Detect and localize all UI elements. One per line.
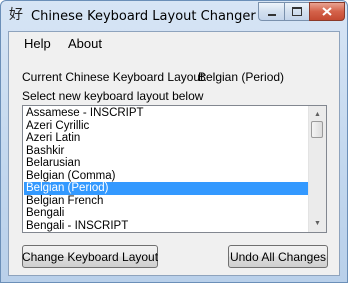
list-item[interactable]: Bengali	[24, 207, 312, 220]
current-layout-value: Belgian (Period)	[198, 70, 285, 84]
scroll-down-icon: ▼	[314, 220, 321, 227]
list-item[interactable]: Bengali - INSCRIPT	[24, 220, 312, 233]
list-item[interactable]: Azeri Latin	[24, 132, 312, 145]
list-item[interactable]: Azeri Cyrillic	[24, 120, 312, 133]
menu-help-label: Help	[24, 36, 51, 51]
change-layout-button[interactable]: Change Keyboard Layout	[22, 245, 158, 268]
minimize-icon	[267, 13, 276, 16]
app-window: 好 Chinese Keyboard Layout Changer Help A…	[0, 0, 348, 283]
listbox-scrollbar[interactable]: ▲ ▼	[308, 106, 326, 232]
app-icon: 好	[9, 7, 23, 23]
list-item[interactable]: Belgian French	[24, 195, 312, 208]
menu-about[interactable]: About	[68, 36, 102, 51]
list-item[interactable]: Belgian (Comma)	[24, 170, 312, 183]
list-item[interactable]: Assamese - INSCRIPT	[24, 107, 312, 120]
maximize-button[interactable]	[284, 2, 309, 21]
layout-listbox[interactable]: Assamese - INSCRIPT Azeri Cyrillic Azeri L…	[22, 105, 327, 233]
list-item[interactable]: Belarusian	[24, 157, 312, 170]
undo-changes-button[interactable]: Undo All Changes	[228, 245, 328, 268]
scroll-down-button[interactable]: ▼	[309, 215, 326, 232]
menu-help[interactable]: Help	[24, 36, 51, 51]
menu-about-label: About	[68, 36, 102, 51]
close-icon	[322, 7, 332, 16]
current-layout-label: Current Chinese Keyboard Layout:	[22, 70, 207, 84]
menu-bar: Help About	[9, 32, 339, 54]
scroll-thumb[interactable]	[311, 121, 323, 138]
close-button[interactable]	[309, 2, 345, 21]
maximize-icon	[292, 7, 302, 16]
list-item[interactable]: Bashkir	[24, 145, 312, 158]
undo-changes-label: Undo All Changes	[229, 249, 327, 264]
scroll-up-icon: ▲	[314, 111, 321, 118]
list-item[interactable]: Belgian (Period)	[24, 182, 312, 195]
title-bar[interactable]: 好 Chinese Keyboard Layout Changer	[1, 1, 347, 31]
change-layout-label: Change Keyboard Layout	[21, 249, 159, 264]
window-title: Chinese Keyboard Layout Changer	[31, 9, 256, 24]
client-area: Help About Current Chinese Keyboard Layo…	[8, 31, 340, 276]
minimize-button[interactable]	[258, 2, 284, 21]
select-prompt: Select new keyboard layout below	[22, 89, 204, 103]
